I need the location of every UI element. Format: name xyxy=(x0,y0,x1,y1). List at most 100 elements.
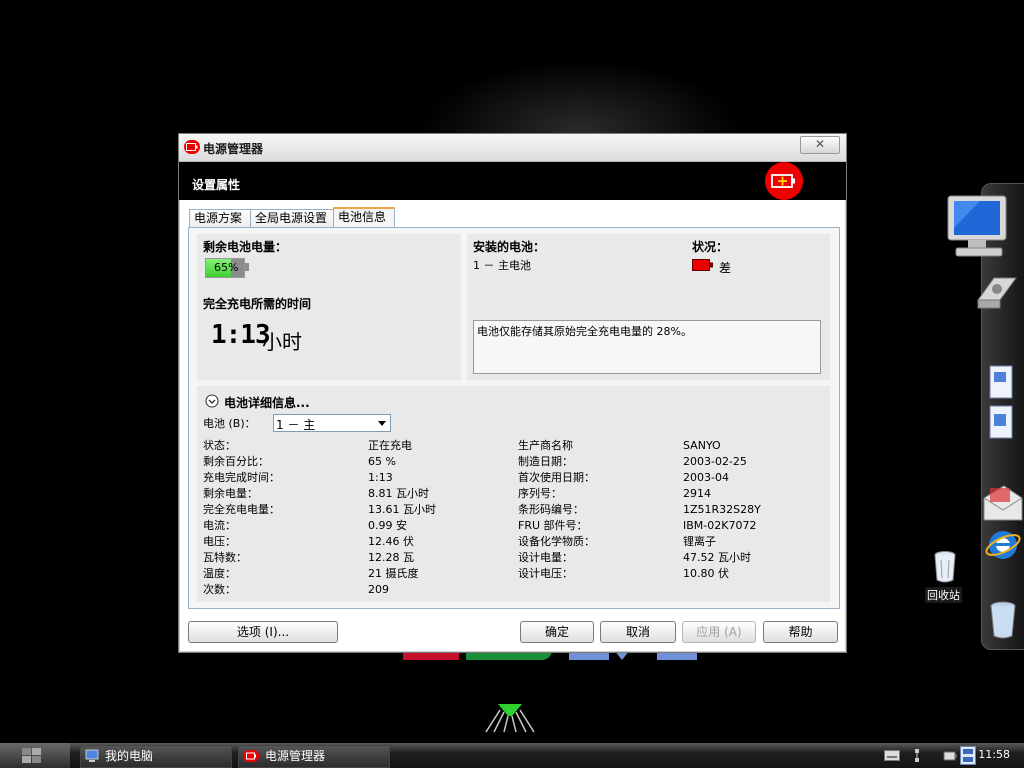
detail-row: 充电完成时间： 1:13 xyxy=(203,469,436,485)
detail-label: 序列号： xyxy=(518,487,562,500)
status-label: 状况： xyxy=(692,240,729,254)
battery-message-box: 电池仅能存储其原始完全充电电量的 28%。 xyxy=(473,320,821,374)
detail-label: 瓦特数： xyxy=(203,551,247,564)
details-left-table: 状态： 正在充电 剩余百分比： 65 % 充电完成时间： 1:13 剩余电量： 8.81 瓦小… xyxy=(203,437,436,597)
detail-value: 8.81 瓦小时 xyxy=(368,487,429,500)
tab-battery-info[interactable]: 电池信息 xyxy=(333,207,395,229)
battery-message: 电池仅能存储其原始完全充电电量的 28%。 xyxy=(477,325,692,338)
detail-label: 次数： xyxy=(203,583,236,596)
detail-row: 制造日期： 2003-02-25 xyxy=(518,453,761,469)
computer-small-icon xyxy=(85,749,99,762)
detail-value: 209 xyxy=(368,582,389,596)
detail-value: 锂离子 xyxy=(683,535,716,548)
header-title: 设置属性 xyxy=(192,178,241,192)
power-manager-icon xyxy=(184,140,200,154)
battery-plus-icon xyxy=(765,162,803,200)
windows-logo-icon xyxy=(22,748,41,763)
task-label: 我的电脑 xyxy=(105,749,154,763)
detail-value: 2003-04 xyxy=(683,470,729,484)
clock[interactable]: 11:58 xyxy=(978,748,1010,761)
title-bar[interactable]: 电源管理器 ✕ xyxy=(179,134,846,162)
battery-gauge: 65% xyxy=(205,258,245,278)
power-plug-icon[interactable] xyxy=(942,748,958,764)
lamp-icon xyxy=(485,704,535,733)
tab-global-settings[interactable]: 全局电源设置 xyxy=(250,209,336,227)
my-computer-icon[interactable] xyxy=(938,192,1018,262)
detail-row: 设计电量： 47.52 瓦小时 xyxy=(518,549,761,565)
tab-content: 剩余电池电量： 65% 完全充电所需的时间 1:13 小时 安装的电池： 1 －… xyxy=(188,227,840,609)
documents-icon[interactable] xyxy=(986,362,1020,444)
details-right-table: 生产商名称 SANYO 制造日期： 2003-02-25 首次使用日期： 2003-04 序… xyxy=(518,437,761,581)
header-banner: 设置属性 xyxy=(179,162,846,200)
task-power-manager[interactable]: 电源管理器 xyxy=(238,745,390,768)
detail-value: 1Z51R32S28Y xyxy=(683,502,761,516)
detail-value: 47.52 瓦小时 xyxy=(683,551,751,564)
installed-battery-panel: 安装的电池： 1 － 主电池 状况： 差 电池仅能存储其原始完全充电电量的 28… xyxy=(467,234,830,380)
detail-label: 制造日期： xyxy=(518,455,573,468)
collapse-icon[interactable] xyxy=(205,394,219,408)
detail-label: 设计电压： xyxy=(518,567,573,580)
detail-row: 剩余百分比： 65 % xyxy=(203,453,436,469)
detail-value: 12.28 瓦 xyxy=(368,551,414,564)
details-heading[interactable]: 电池详细信息... xyxy=(224,394,310,411)
detail-label: 设备化学物质： xyxy=(518,535,595,548)
help-button[interactable]: 帮助 xyxy=(763,621,838,643)
battery-select-value: 1 － 主 xyxy=(276,418,316,432)
detail-row: 电压： 12.46 伏 xyxy=(203,533,436,549)
ok-button[interactable]: 确定 xyxy=(520,621,594,643)
detail-label: 电流： xyxy=(203,519,236,532)
task-label: 电源管理器 xyxy=(265,749,326,763)
apply-button[interactable]: 应用 (A) xyxy=(682,621,756,643)
detail-label: 电压： xyxy=(203,535,236,548)
detail-label: 首次使用日期： xyxy=(518,471,595,484)
power-manager-window: 电源管理器 ✕ 设置属性 电源方案 全局电源设置 电池信息 剩余电池电量： 65… xyxy=(178,133,847,653)
battery-details-panel: 电池详细信息... 电池 (B)： 1 － 主 状态： 正在充电 剩余百分比： 65 … xyxy=(197,386,830,602)
battery-gauge-tip xyxy=(245,263,249,271)
detail-value: 2914 xyxy=(683,486,711,500)
task-my-computer[interactable]: 我的电脑 xyxy=(80,745,232,768)
cancel-button[interactable]: 取消 xyxy=(600,621,676,643)
battery-select[interactable]: 1 － 主 xyxy=(273,414,391,432)
detail-row: 状态： 正在充电 xyxy=(203,437,436,453)
taskbar: 我的电脑 电源管理器 11:58 xyxy=(0,743,1024,768)
dock-trash-icon[interactable] xyxy=(988,600,1018,640)
detail-value: 12.46 伏 xyxy=(368,535,414,548)
battery-percent: 65% xyxy=(214,261,239,274)
keyboard-icon[interactable] xyxy=(884,750,900,761)
detail-label: 设计电量： xyxy=(518,551,573,564)
options-button[interactable]: 选项 (I)... xyxy=(188,621,338,643)
detail-row: FRU 部件号： IBM-02K7072 xyxy=(518,517,761,533)
detail-label: 剩余百分比： xyxy=(203,455,269,468)
status-value: 差 xyxy=(719,261,732,275)
mail-icon[interactable] xyxy=(980,484,1024,524)
detail-value: IBM-02K7072 xyxy=(683,518,757,532)
network-icon[interactable] xyxy=(912,748,922,764)
detail-row: 温度： 21 摄氏度 xyxy=(203,565,436,581)
detail-label: 充电完成时间： xyxy=(203,471,280,484)
start-button[interactable] xyxy=(0,743,70,768)
charge-time-label: 完全充电所需的时间 xyxy=(203,297,312,311)
detail-value: 13.61 瓦小时 xyxy=(368,503,436,516)
detail-row: 首次使用日期： 2003-04 xyxy=(518,469,761,485)
detail-label: 状态： xyxy=(203,439,236,452)
detail-row: 电流： 0.99 安 xyxy=(203,517,436,533)
installed-label: 安装的电池： xyxy=(473,240,546,254)
recycle-bin-icon[interactable] xyxy=(932,550,958,584)
recycle-bin-label[interactable]: 回收站 xyxy=(925,587,962,603)
detail-label: 剩余电量： xyxy=(203,487,258,500)
detail-row: 序列号： 2914 xyxy=(518,485,761,501)
drive-icon[interactable] xyxy=(972,270,1020,314)
battery-select-label: 电池 (B)： xyxy=(203,417,256,430)
power-manager-small-icon xyxy=(243,750,259,762)
close-button[interactable]: ✕ xyxy=(800,136,840,154)
detail-row: 设备化学物质： 锂离子 xyxy=(518,533,761,549)
detail-row: 生产商名称 SANYO xyxy=(518,437,761,453)
detail-row: 瓦特数： 12.28 瓦 xyxy=(203,549,436,565)
tab-power-plan[interactable]: 电源方案 xyxy=(189,209,251,227)
ie-icon[interactable] xyxy=(984,526,1022,564)
charge-time-unit: 小时 xyxy=(262,330,302,354)
remaining-label: 剩余电池电量： xyxy=(203,240,288,254)
detail-label: 生产商名称 xyxy=(518,439,573,452)
detail-label: 完全充电电量： xyxy=(203,503,280,516)
battery-status-icon[interactable] xyxy=(960,746,976,765)
